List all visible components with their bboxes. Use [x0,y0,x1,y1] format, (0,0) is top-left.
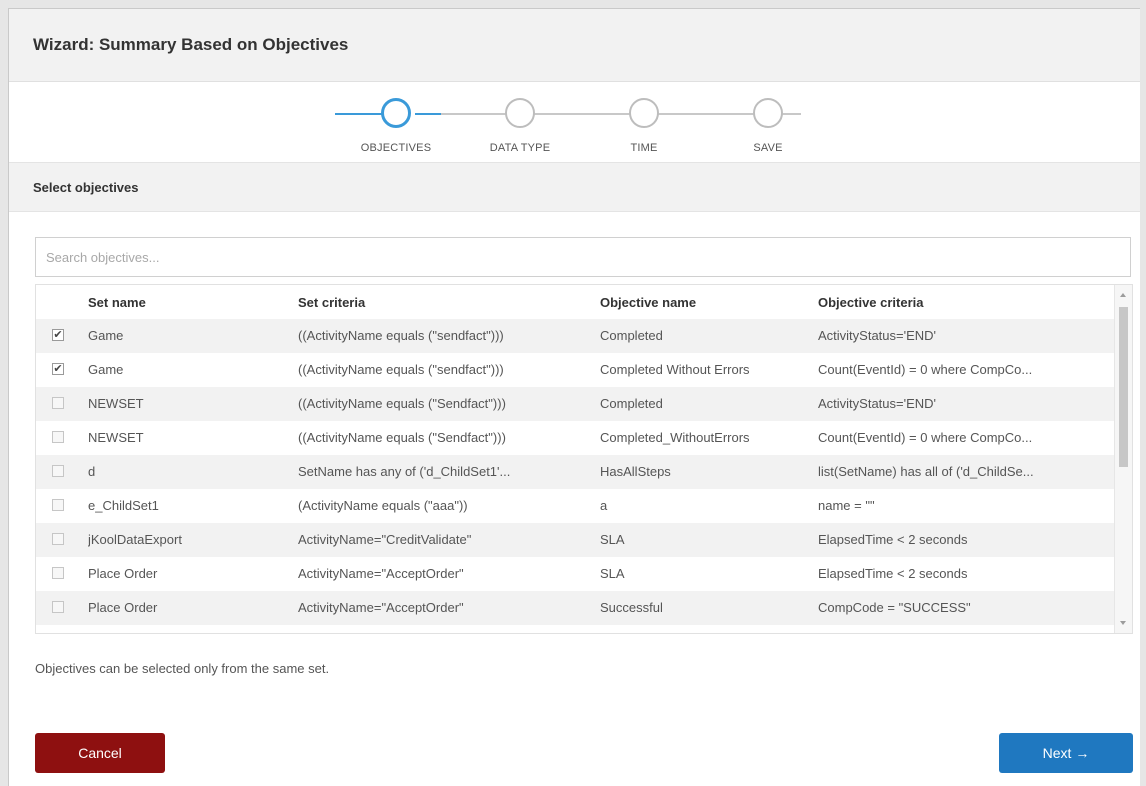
cell-set-name: Place Order [88,600,158,615]
step-save-circle[interactable] [753,98,783,128]
cell-set-criteria: SetName has any of ('d_ChildSet1'... [298,464,511,479]
title-bar: Wizard: Summary Based on Objectives [9,9,1140,82]
cell-objective-name: Successful [600,600,663,615]
scroll-up-arrow-icon[interactable] [1120,293,1126,297]
step-save-label: SAVE [753,142,783,154]
cell-objective-criteria: Count(EventId) = 0 where CompCo... [818,430,1033,445]
table-row[interactable]: NEWSET ((ActivityName equals ("Sendfact")… [36,421,1114,455]
cell-set-criteria: ((ActivityName equals ("Sendfact"))) [298,396,506,411]
row-checkbox[interactable] [52,601,64,613]
cell-objective-name: HasAllSteps [600,464,671,479]
step-time-circle[interactable] [629,98,659,128]
wizard-stepper: OBJECTIVES DATA TYPE TIME SAVE [9,82,1140,162]
cell-objective-criteria: list(SetName) has all of ('d_ChildSe... [818,464,1034,479]
next-button[interactable]: Next → [999,733,1133,773]
scroll-thumb[interactable] [1119,307,1128,467]
dialog-title: Wizard: Summary Based on Objectives [33,35,349,54]
cell-set-criteria: ((ActivityName equals ("Sendfact"))) [298,430,506,445]
cell-set-criteria: (ActivityName equals ("aaa")) [298,498,468,513]
cell-set-criteria: ((ActivityName equals ("sendfact"))) [298,328,504,343]
cell-objective-name: a [600,498,608,513]
wizard-dialog: Wizard: Summary Based on Objectives OBJE… [8,8,1140,786]
cell-set-criteria: ActivityName="AcceptOrder" [298,600,464,615]
row-checkbox[interactable]: ✔ [52,363,64,375]
cell-set-name: Game [88,328,124,343]
table-row[interactable]: ✔ Game ((ActivityName equals ("sendfact"))… [36,319,1114,353]
row-checkbox[interactable] [52,567,64,579]
cell-set-name: Place Order [88,566,158,581]
cell-set-criteria: ActivityName="AcceptOrder" [298,566,464,581]
row-checkbox[interactable] [52,431,64,443]
step-objectives-circle[interactable] [381,98,411,128]
cell-objective-name: SLA [600,532,625,547]
table-header: Set name Set criteria Objective name Obj… [36,285,1114,319]
cell-set-name: NEWSET [88,430,144,445]
column-header-set-criteria[interactable]: Set criteria [298,295,365,310]
table-row[interactable]: NEWSET ((ActivityName equals ("Sendfact")… [36,387,1114,421]
step-data-type-circle[interactable] [505,98,535,128]
cell-objective-criteria: ActivityStatus='END' [818,396,937,411]
cell-objective-criteria: ElapsedTime < 2 seconds [818,566,968,581]
cell-objective-name: Completed Without Errors [600,362,750,377]
cell-set-criteria: ((ActivityName equals ("sendfact"))) [298,362,504,377]
scroll-down-arrow-icon[interactable] [1120,621,1126,625]
table-row[interactable]: jKoolDataExport ActivityName="CreditValid… [36,523,1114,557]
table-row[interactable]: Place Order ActivityName="AcceptOrder" SLA… [36,557,1114,591]
section-title: Select objectives [33,180,139,195]
cell-objective-name: SLA [600,566,625,581]
stepper-line [415,113,801,115]
cell-set-name: jKoolDataExport [88,532,182,547]
cell-objective-criteria: Count(EventId) = 0 where CompCo... [818,362,1033,377]
cell-set-name: d [88,464,96,479]
table-scrollbar[interactable] [1114,285,1132,633]
cell-set-name: Game [88,362,124,377]
column-header-set-name[interactable]: Set name [88,295,146,310]
column-header-objective-name[interactable]: Objective name [600,295,696,310]
cell-objective-criteria: ActivityStatus='END' [818,328,937,343]
table-row[interactable]: e_ChildSet1 (ActivityName equals ("aaa"))… [36,489,1114,523]
row-checkbox[interactable] [52,397,64,409]
cell-objective-name: Completed [600,396,663,411]
row-checkbox[interactable] [52,499,64,511]
column-header-objective-criteria[interactable]: Objective criteria [818,295,924,310]
step-data-type-label: DATA TYPE [489,142,551,154]
row-checkbox[interactable] [52,465,64,477]
cancel-button[interactable]: Cancel [35,733,165,773]
row-checkbox[interactable] [52,533,64,545]
table-row[interactable]: ✔ Game ((ActivityName equals ("sendfact"))… [36,353,1114,387]
row-checkbox[interactable]: ✔ [52,329,64,341]
selection-note: Objectives can be selected only from the… [35,661,330,676]
cell-set-name: e_ChildSet1 [88,498,159,513]
cell-objective-name: Completed_WithoutErrors [600,430,750,445]
cell-objective-criteria: CompCode = "SUCCESS" [818,600,971,615]
table-row[interactable]: Place Order ActivityName="AcceptOrder" Suc… [36,591,1114,625]
search-input[interactable] [35,237,1131,277]
table-row[interactable]: d SetName has any of ('d_ChildSet1'... Has… [36,455,1114,489]
step-objectives-label: OBJECTIVES [360,142,432,154]
stepper-line-progress [415,113,441,115]
cell-set-name: NEWSET [88,396,144,411]
objectives-table: Set name Set criteria Objective name Obj… [35,284,1133,634]
section-header: Select objectives [9,162,1140,212]
cell-set-criteria: ActivityName="CreditValidate" [298,532,472,547]
cell-objective-criteria: name = "" [818,498,875,513]
cell-objective-criteria: ElapsedTime < 2 seconds [818,532,968,547]
cell-objective-name: Completed [600,328,663,343]
stepper-line [335,113,385,115]
step-time-label: TIME [630,142,658,154]
